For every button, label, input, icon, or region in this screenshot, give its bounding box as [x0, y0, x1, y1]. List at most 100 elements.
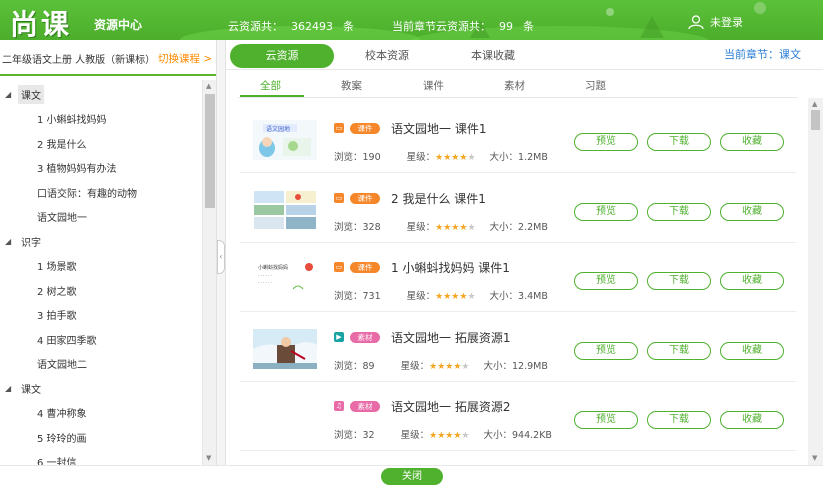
- tree-item[interactable]: 口语交际：有趣的动物: [0, 180, 202, 204]
- file-size: 2.2MB: [518, 221, 548, 233]
- tree-item-label: 3 植物妈妈有办法: [37, 164, 117, 175]
- resource-item: ♫ 素材 语文园地一 拓展资源2 浏览：32 星级：★★★★★ 大小：944.2KB 预览下…: [240, 382, 796, 451]
- tree-item[interactable]: 5 玲玲的画: [0, 425, 202, 449]
- tree-item-label: 2 树之歌: [37, 286, 77, 298]
- list-scrollbar[interactable]: ▲ ▼: [808, 98, 823, 465]
- tree-item[interactable]: 1 场景歌: [0, 254, 202, 278]
- tab-lesson-favorites[interactable]: 本课收藏: [440, 44, 546, 68]
- list-scroll-thumb[interactable]: [811, 110, 820, 130]
- file-size: 3.4MB: [518, 291, 548, 302]
- tree-item[interactable]: 2 我是什么: [0, 131, 202, 155]
- close-button[interactable]: 关闭: [381, 468, 443, 485]
- tree-item[interactable]: 3 植物妈妈有办法: [0, 156, 202, 180]
- resource-item: 语文园地 ▭ 课件 语文园地一 课件1 浏览：190 星级：★★★★★ 大小：1.2MB 预览…: [240, 104, 796, 173]
- resource-title[interactable]: 语文园地一 拓展资源2: [391, 398, 510, 415]
- collapse-panel-icon[interactable]: ‹: [217, 240, 225, 274]
- file-size: 12.9MB: [512, 360, 548, 372]
- favorite-button[interactable]: 收藏: [720, 411, 784, 429]
- scroll-down-icon[interactable]: ▼: [812, 454, 817, 462]
- filter-tab-material[interactable]: 素材: [504, 78, 525, 93]
- tree-item-label: 口语交际：有趣的动物: [37, 188, 137, 200]
- svg-text:· · · · · ·: · · · · · ·: [258, 273, 272, 278]
- favorite-button[interactable]: 收藏: [720, 341, 784, 360]
- resource-type-badge: 课件: [350, 123, 380, 134]
- filter-tab-lesson-plan[interactable]: 教案: [341, 78, 362, 93]
- resource-type-badge: 课件: [350, 192, 380, 204]
- views-count: 190: [362, 152, 381, 163]
- tree-scrollbar[interactable]: ▲ ▼: [202, 80, 216, 465]
- resource-center-title: 资源中心: [94, 18, 143, 32]
- tab-cloud-resources[interactable]: 云资源: [230, 44, 334, 68]
- resource-item: 小蝌蚪找妈妈 · · · · · · · · · · · · ▭ 课件 1 小蝌蚪找妈妈 …: [240, 243, 796, 312]
- app-logo: 尚课: [10, 8, 73, 40]
- resource-title[interactable]: 2 我是什么 课件1: [391, 190, 486, 207]
- courseware-icon: ▭: [334, 192, 344, 203]
- scroll-up-icon[interactable]: ▲: [206, 82, 211, 90]
- expand-triangle-icon[interactable]: ◢: [5, 384, 11, 393]
- rating-label: 星级：: [400, 360, 430, 372]
- resource-item: ▭ 课件 2 我是什么 课件1 浏览：328 星级：★★★★★ 大小：2.2MB 预览 下载收…: [240, 174, 796, 243]
- resource-title[interactable]: 语文园地一 拓展资源1: [391, 329, 510, 346]
- preview-button[interactable]: 预览: [574, 133, 638, 151]
- download-button[interactable]: 下载: [647, 341, 711, 360]
- download-button[interactable]: 下载: [647, 202, 711, 221]
- expand-triangle-icon[interactable]: ◢: [5, 90, 11, 99]
- expand-triangle-icon[interactable]: ◢: [5, 237, 11, 246]
- tab-school-resources[interactable]: 校本资源: [334, 44, 440, 68]
- rating-stars: ★★★★★: [429, 361, 470, 372]
- tree-item[interactable]: 1 小蝌蚪找妈妈: [0, 107, 202, 131]
- filter-tab-courseware[interactable]: 课件: [423, 78, 444, 93]
- scroll-down-icon[interactable]: ▼: [206, 454, 211, 462]
- chapter-total-count: 99: [499, 20, 513, 33]
- preview-button[interactable]: 预览: [574, 341, 638, 360]
- tree-section[interactable]: ◢ 识字: [0, 229, 202, 253]
- tree-item[interactable]: 3 拍手歌: [0, 303, 202, 327]
- svg-text:· · · · · ·: · · · · · ·: [258, 280, 272, 285]
- filter-tab-all[interactable]: 全部: [260, 78, 281, 93]
- resource-thumbnail[interactable]: [253, 398, 317, 438]
- app-header: 尚课 资源中心 云资源共： 362493 条 当前章节云资源共： 99 条 未登录: [0, 0, 823, 40]
- tree-item-label: 1 场景歌: [37, 262, 77, 273]
- tree-item[interactable]: 6 一封信: [0, 450, 202, 465]
- courseware-icon: ▭: [334, 262, 344, 272]
- cloud-total-count: 362493: [291, 20, 333, 33]
- tree-scroll-thumb[interactable]: [205, 94, 215, 208]
- tree-item[interactable]: 4 田家四季歌: [0, 327, 202, 351]
- scroll-up-icon[interactable]: ▲: [812, 100, 817, 108]
- views-label: 浏览：: [334, 291, 363, 302]
- switch-course-button[interactable]: 切换课程 >: [158, 51, 212, 66]
- preview-button[interactable]: 预览: [574, 202, 638, 221]
- favorite-button[interactable]: 收藏: [720, 202, 784, 221]
- tree-item[interactable]: 语文园地二: [0, 352, 202, 376]
- rating-stars: ★★★★★: [429, 431, 470, 441]
- preview-button[interactable]: 预览: [574, 272, 638, 290]
- filter-tab-exercise[interactable]: 习题: [585, 78, 606, 93]
- favorite-button[interactable]: 收藏: [720, 272, 784, 290]
- rating-stars: ★★★★★: [435, 292, 476, 302]
- tree-item-label: 识字: [21, 237, 41, 249]
- tree-item[interactable]: 2 树之歌: [0, 278, 202, 302]
- resource-thumbnail[interactable]: [253, 328, 317, 369]
- tree-item-label: 课文: [21, 384, 41, 396]
- download-button[interactable]: 下载: [647, 133, 711, 151]
- resource-thumbnail[interactable]: [253, 189, 317, 230]
- resource-thumbnail[interactable]: 语文园地: [253, 120, 317, 160]
- chapter-tree: ◢ 课文 1 小蝌蚪找妈妈 2 我是什么 3 植物妈妈有办法口语交际：有趣的动物语文园地…: [0, 80, 216, 465]
- tree-section[interactable]: ◢ 课文: [0, 376, 202, 400]
- login-link[interactable]: 未登录: [688, 14, 743, 30]
- tree-item-label: 1 小蝌蚪找妈妈: [37, 115, 107, 126]
- resource-title[interactable]: 语文园地一 课件1: [391, 120, 486, 137]
- tree-item[interactable]: 4 曹冲称象: [0, 401, 202, 425]
- resource-title[interactable]: 1 小蝌蚪找妈妈 课件1: [391, 259, 510, 276]
- download-button[interactable]: 下载: [647, 411, 711, 429]
- resource-thumbnail[interactable]: 小蝌蚪找妈妈 · · · · · · · · · · · ·: [253, 259, 317, 299]
- panel-splitter[interactable]: ‹: [216, 40, 226, 465]
- filter-tabs: 全部 教案 课件 素材 习题: [238, 76, 798, 98]
- preview-button[interactable]: 预览: [574, 411, 638, 429]
- tree-section[interactable]: ◢ 课文: [0, 82, 202, 106]
- resource-meta: 浏览：89 星级：★★★★★ 大小：12.9MB: [334, 358, 548, 372]
- tree-item[interactable]: 语文园地一: [0, 205, 202, 229]
- favorite-button[interactable]: 收藏: [720, 133, 784, 151]
- footer-bar: 关闭: [0, 465, 823, 485]
- download-button[interactable]: 下载: [647, 272, 711, 290]
